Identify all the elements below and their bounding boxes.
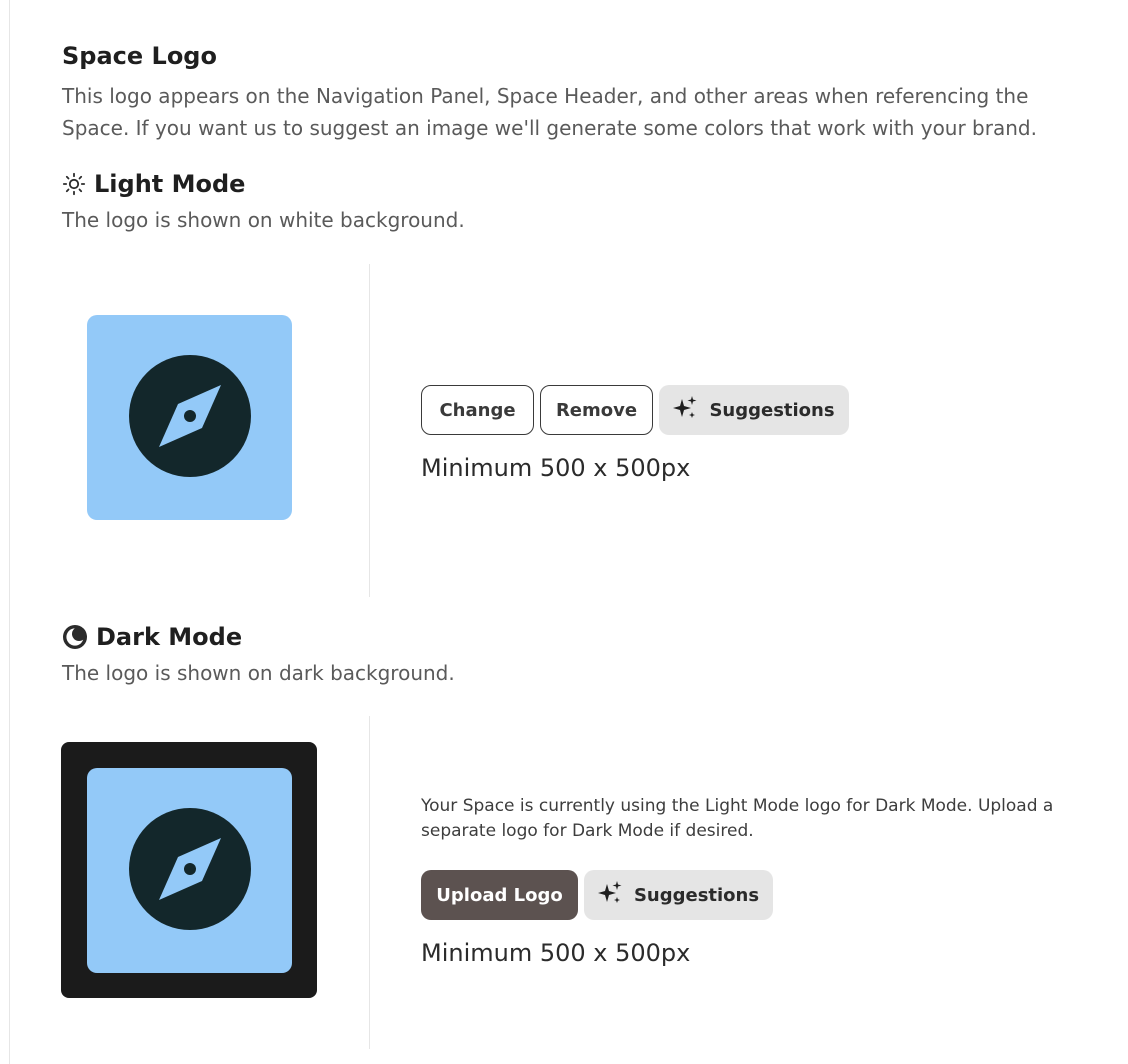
light-mode-actions: Change Remove Suggestions [421, 385, 849, 435]
sparkle-icon [596, 879, 624, 912]
light-mode-title: Light Mode [94, 170, 246, 198]
section-title: Space Logo [62, 42, 217, 70]
dark-suggestions-button[interactable]: Suggestions [584, 870, 773, 920]
compass-icon [128, 354, 252, 482]
column-divider [369, 716, 370, 1049]
moon-icon [62, 624, 88, 650]
column-divider [369, 264, 370, 597]
dark-mode-heading: Dark Mode [62, 623, 242, 651]
light-mode-description: The logo is shown on white background. [62, 208, 465, 232]
sun-icon [62, 172, 86, 196]
dark-min-size-hint: Minimum 500 x 500px [421, 939, 691, 967]
remove-button-label: Remove [555, 399, 638, 421]
remove-button[interactable]: Remove [540, 385, 653, 435]
light-mode-heading: Light Mode [62, 170, 245, 198]
dark-mode-notice: Your Space is currently using the Light … [421, 796, 1054, 841]
light-min-size-hint: Minimum 500 x 500px [421, 454, 691, 482]
dark-suggestions-label: Suggestions [633, 884, 760, 906]
light-logo-preview [87, 315, 292, 520]
change-button[interactable]: Change [421, 385, 534, 435]
upload-logo-button[interactable]: Upload Logo [421, 870, 578, 920]
dark-mode-title: Dark Mode [96, 623, 243, 651]
sparkle-icon [671, 394, 699, 427]
space-logo-settings: Space Logo This logo appears on the Navi… [0, 0, 1128, 1064]
divider [9, 0, 10, 1064]
dark-mode-description: The logo is shown on dark background. [62, 661, 455, 685]
dark-mode-actions: Upload Logo Suggestions [421, 870, 773, 920]
compass-icon [128, 807, 252, 935]
section-description: This logo appears on the Navigation Pane… [62, 84, 1037, 140]
dark-logo-preview [87, 768, 292, 973]
light-suggestions-button[interactable]: Suggestions [659, 385, 849, 435]
light-suggestions-label: Suggestions [709, 399, 835, 421]
